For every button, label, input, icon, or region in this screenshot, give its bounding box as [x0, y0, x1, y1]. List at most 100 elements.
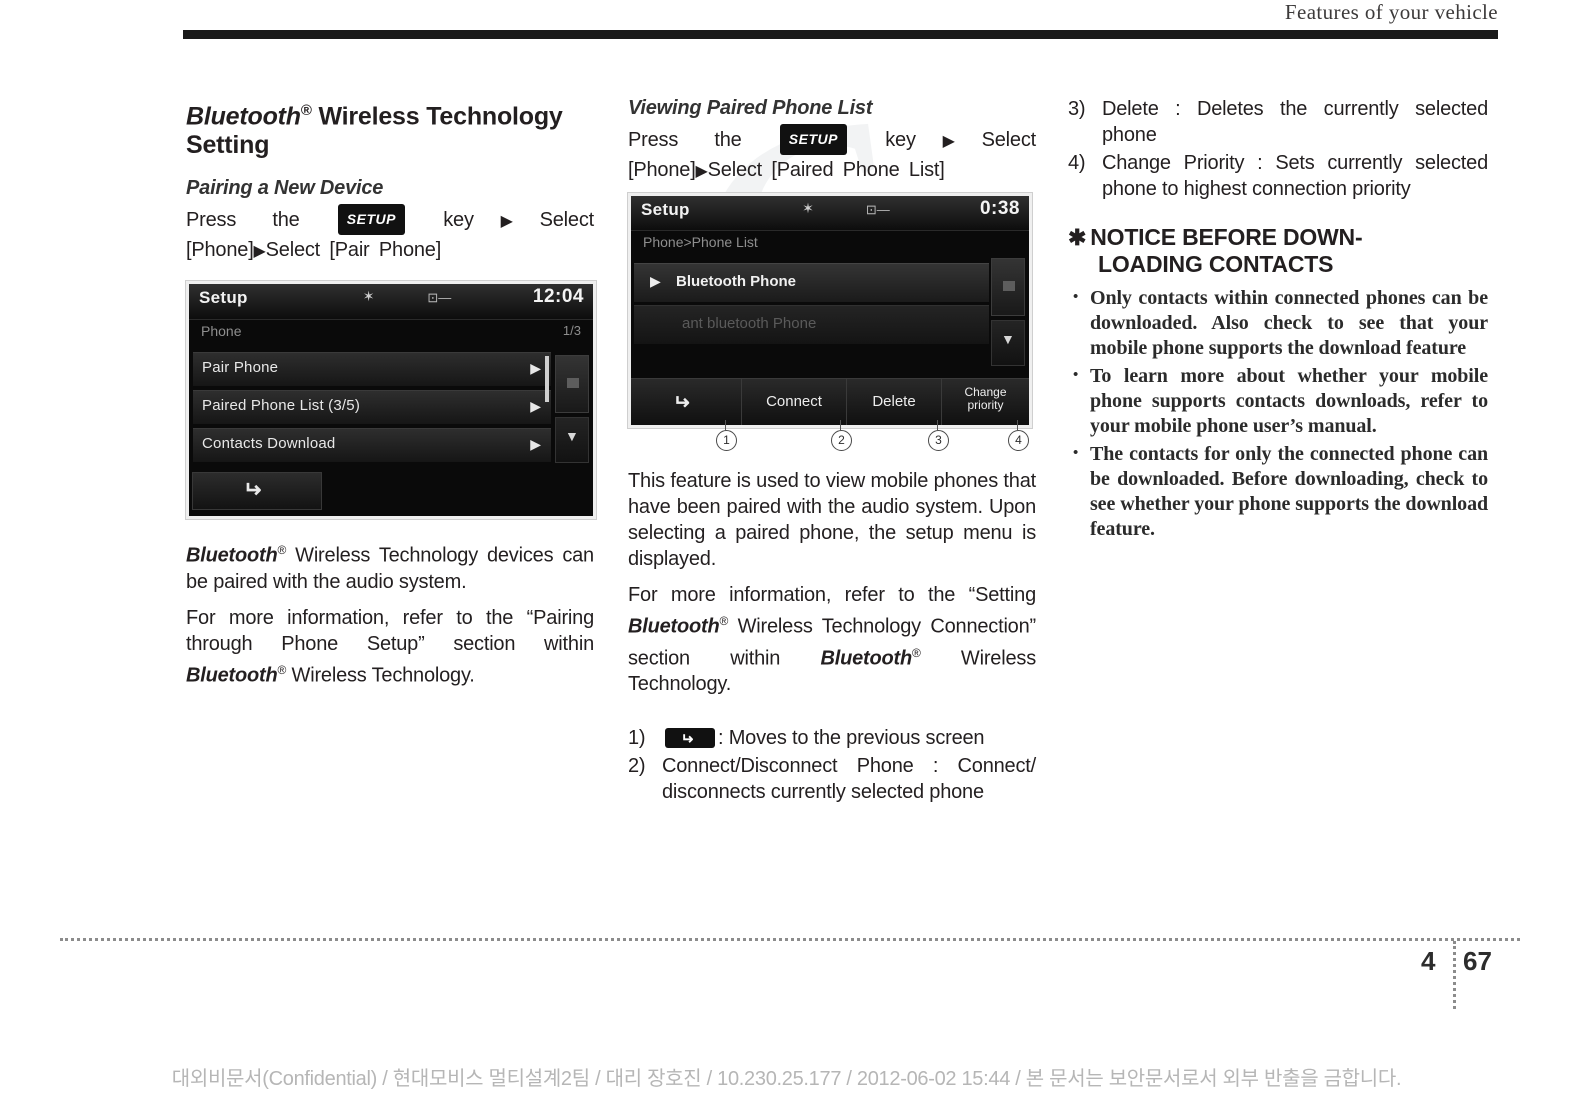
column-two: Viewing Paired Phone List Press the SETU…	[627, 96, 1036, 807]
instr-key: key	[443, 209, 474, 232]
col2-paragraph-1: This feature is used to view mobile phon…	[628, 470, 1036, 570]
bluetooth-word: Bluetooth	[186, 544, 278, 567]
lcd2-soft-key-bar: Connect Delete Change priority	[631, 378, 1029, 425]
lcd2-softkey-connect[interactable]: Connect	[741, 379, 846, 425]
chevron-right-icon: ▶	[473, 213, 540, 231]
lcd2-scroll-down-button[interactable]	[991, 320, 1025, 366]
bluetooth-icon: ✶	[362, 288, 375, 305]
col1-para2-b: Wireless Technology.	[286, 664, 475, 687]
lcd1-scroll-up-button[interactable]	[555, 355, 589, 414]
lcd2-softkey-connect-label: Connect	[766, 393, 822, 410]
chevron-right-icon: ▶	[530, 360, 541, 377]
bluetooth-word-4: Bluetooth	[820, 647, 912, 670]
callout-2: 2	[831, 420, 852, 451]
lcd1-scroll-down-button[interactable]	[555, 417, 589, 464]
usb-icon: ⊡—	[865, 202, 890, 217]
numbered-item-2-number: 2)	[628, 755, 646, 778]
bluetooth-word-2: Bluetooth	[186, 664, 278, 687]
lcd2-softkey-delete[interactable]: Delete	[846, 379, 941, 425]
chevron-right-icon: ▶	[530, 398, 541, 415]
lcd2-phone-list: ▶ Bluetooth Phone ant bluetooth Phone	[631, 261, 1029, 345]
instr-select-pair-phone: Select [Pair Phone]	[265, 239, 442, 262]
asterisk-icon: ✱	[1068, 225, 1087, 250]
col1-paragraph-2: For more information, refer to the “Pair…	[186, 605, 594, 689]
page-title-bluetooth: Bluetooth	[186, 102, 301, 131]
numbered-item-3: 3) Delete : Deletes the currently selecte…	[1068, 96, 1488, 148]
column-one: Bluetooth® Wireless Technology Setting P…	[185, 96, 597, 689]
col1-paragraph-1: Bluetooth® Wireless Technology devices c…	[186, 537, 594, 595]
setup-key-chip[interactable]: SETUP	[337, 204, 405, 236]
numbered-item-1-number: 1)	[628, 727, 646, 750]
registered-mark-icon-4: ®	[911, 645, 921, 660]
col2-numbered-list: 1) : Moves to the previous screen 2) Conne…	[628, 725, 1036, 805]
pairing-instruction: Press the SETUP key▶Select [Phone]▶Selec…	[186, 204, 594, 265]
lcd1-scroll-column[interactable]	[555, 355, 589, 467]
lcd2-item1-label: ant bluetooth Phone	[682, 315, 817, 333]
page-number: 67	[1463, 946, 1492, 976]
callout-2-label: 2	[838, 433, 845, 447]
callout-4-label: 4	[1015, 433, 1022, 447]
lcd1-breadcrumb-bar: Phone 1/3	[189, 320, 593, 350]
screenshot-paired-phone-list: Setup ✶ ⊡— 0:38 Phone>Phone List ▶ Bluet…	[627, 192, 1033, 429]
play-triangle-icon: ▶	[650, 273, 661, 290]
chapter-number: 4	[1421, 946, 1436, 976]
numbered-item-1: 1) : Moves to the previous screen	[628, 725, 1036, 751]
lcd1-menu-item-pair-phone[interactable]: Pair Phone ▶	[193, 352, 551, 387]
numbered-item-1-text: : Moves to the previous screen	[718, 727, 985, 750]
lcd1-menu-item-contacts-download[interactable]: Contacts Download ▶	[193, 428, 551, 463]
lcd2-breadcrumb: Phone>Phone List	[643, 234, 758, 251]
setup-key-chip-2[interactable]: SETUP	[779, 124, 847, 155]
notice-heading-line1: NOTICE BEFORE DOWN-	[1090, 224, 1363, 250]
footer-vertical-rule	[1453, 941, 1456, 1009]
lcd2-phone-item-bluetooth-phone[interactable]: ▶ Bluetooth Phone	[634, 263, 989, 303]
viewing-instruction: Press the SETUP key▶Select [Phone]▶Selec…	[628, 124, 1036, 185]
numbered-item-2: 2) Connect/Disconnect Phone : Connect/ di…	[628, 753, 1036, 805]
bluetooth-word-3: Bluetooth	[628, 615, 720, 638]
lcd1-item2-label: Contacts Download	[202, 435, 336, 453]
notice-bullet-1: Only contacts within connected phones ca…	[1068, 285, 1488, 361]
chevron-right-icon: ▶	[530, 436, 541, 453]
callout-3-label: 3	[935, 433, 942, 447]
page-title: Bluetooth® Wireless Technology Setting	[186, 96, 594, 160]
lcd2-softkey-delete-label: Delete	[872, 393, 916, 410]
numbered-item-4-number: 4)	[1068, 152, 1086, 174]
notice-heading-line2: LOADING CONTACTS	[1098, 251, 1334, 277]
registered-mark-icon: ®	[277, 543, 287, 558]
numbered-item-3-text: Delete : Deletes the currently selected …	[1102, 98, 1488, 146]
col3-numbered-list: 3) Delete : Deletes the currently selecte…	[1068, 96, 1488, 202]
notice-bullet-3: The contacts for only the connected phon…	[1068, 441, 1488, 542]
callout-1: 1	[716, 420, 737, 451]
col1-para2-a: For more information, refer to the “Pair…	[186, 606, 594, 655]
chevron-right-icon: ▶	[915, 133, 982, 150]
registered-mark-icon: ®	[300, 102, 312, 119]
lcd1-clock: 12:04	[532, 286, 584, 308]
lcd1-back-button[interactable]	[192, 472, 322, 511]
lcd1-item0-label: Pair Phone	[202, 359, 279, 377]
subsection-title-pairing: Pairing a New Device	[186, 177, 384, 200]
lcd2-breadcrumb-bar: Phone>Phone List	[631, 231, 1029, 261]
lcd2-scroll-up-button[interactable]	[991, 258, 1025, 316]
lcd1-status-bar: Setup ✶ ⊡— 12:04	[189, 284, 593, 321]
footer-rule	[60, 938, 1520, 941]
lcd2-softkey-back[interactable]	[631, 379, 741, 425]
confidential-watermark-text: 대외비문서(Confidential) / 현대모비스 멀티설계2팀 / 대리 …	[171, 1068, 1402, 1090]
running-header-title: Features of your vehicle	[1284, 0, 1498, 24]
lcd2-phone-item-secondary[interactable]: ant bluetooth Phone	[634, 305, 989, 345]
lcd1-scrollbar-thumb[interactable]	[545, 356, 549, 403]
lcd1-menu-item-paired-phone-list[interactable]: Paired Phone List (3/5) ▶	[193, 390, 551, 425]
instr2-the: the	[714, 129, 742, 151]
back-arrow-icon	[665, 728, 715, 749]
numbered-item-3-number: 3)	[1068, 98, 1086, 120]
numbered-item-2-text: Connect/Disconnect Phone : Connect/ disc…	[662, 755, 1036, 804]
lcd2-scroll-column[interactable]	[991, 258, 1025, 368]
lcd2-item0-label: Bluetooth Phone	[676, 273, 796, 291]
instr2-key: key	[885, 129, 916, 151]
lcd2-clock: 0:38	[979, 198, 1020, 219]
instr2-select-list: Select [Paired Phone List]	[707, 159, 945, 181]
lcd2-softkey-change-priority[interactable]: Change priority	[941, 379, 1029, 425]
registered-mark-icon-3: ®	[719, 614, 729, 628]
col2-para2-a: For more information, refer to the “Sett…	[628, 584, 1036, 606]
usb-icon: ⊡—	[427, 290, 452, 306]
column-three: 3) Delete : Deletes the currently selecte…	[1068, 96, 1488, 545]
lcd1-breadcrumb: Phone	[201, 323, 242, 340]
